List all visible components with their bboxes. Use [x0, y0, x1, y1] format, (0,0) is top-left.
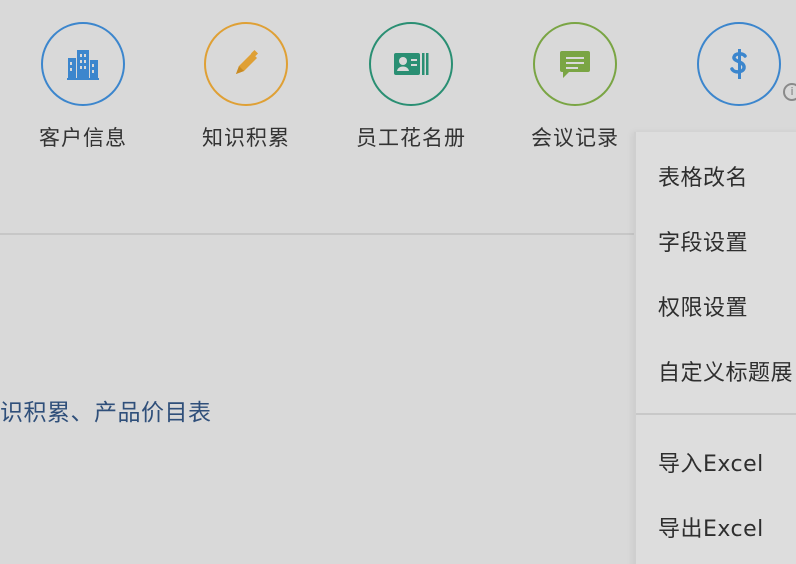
app-page: 客户信息 知识积累 员工花名册 会议记录 i 识积累、产品价目表 表格改名 字段… [0, 0, 796, 564]
menu-item-custom-title[interactable]: 自定义标题展 [658, 355, 793, 387]
app-icon-circle[interactable] [41, 22, 125, 106]
app-meeting-records[interactable]: 会议记录 [495, 22, 655, 152]
context-menu: 表格改名 字段设置 权限设置 自定义标题展 导入Excel 导出Excel [634, 132, 796, 564]
info-badge-icon[interactable]: i [783, 83, 796, 101]
menu-item-permission-settings[interactable]: 权限设置 [658, 290, 748, 322]
app-icon-circle[interactable] [533, 22, 617, 106]
app-finance[interactable] [659, 22, 796, 122]
building-icon [67, 50, 99, 80]
chat-icon [560, 51, 590, 78]
menu-item-export-excel[interactable]: 导出Excel [658, 511, 764, 543]
app-icon-circle[interactable] [204, 22, 288, 106]
app-icon-circle[interactable] [697, 22, 781, 106]
dollar-icon [730, 49, 747, 79]
pencil-icon [236, 49, 259, 74]
section-text: 识积累、产品价目表 [0, 400, 212, 426]
section-divider [0, 233, 640, 235]
menu-item-field-settings[interactable]: 字段设置 [658, 225, 748, 257]
menu-separator [636, 413, 796, 415]
app-employee-roster[interactable]: 员工花名册 [331, 22, 491, 152]
app-label: 知识积累 [202, 126, 290, 150]
app-label: 会议记录 [531, 126, 619, 150]
menu-item-import-excel[interactable]: 导入Excel [658, 446, 764, 478]
app-knowledge[interactable]: 知识积累 [166, 22, 326, 152]
app-customer-info[interactable]: 客户信息 [3, 22, 163, 152]
menu-item-rename-table[interactable]: 表格改名 [658, 160, 748, 192]
app-label: 客户信息 [39, 126, 127, 150]
id-card-icon [394, 53, 429, 75]
app-label: 员工花名册 [356, 126, 466, 150]
app-icon-circle[interactable] [369, 22, 453, 106]
